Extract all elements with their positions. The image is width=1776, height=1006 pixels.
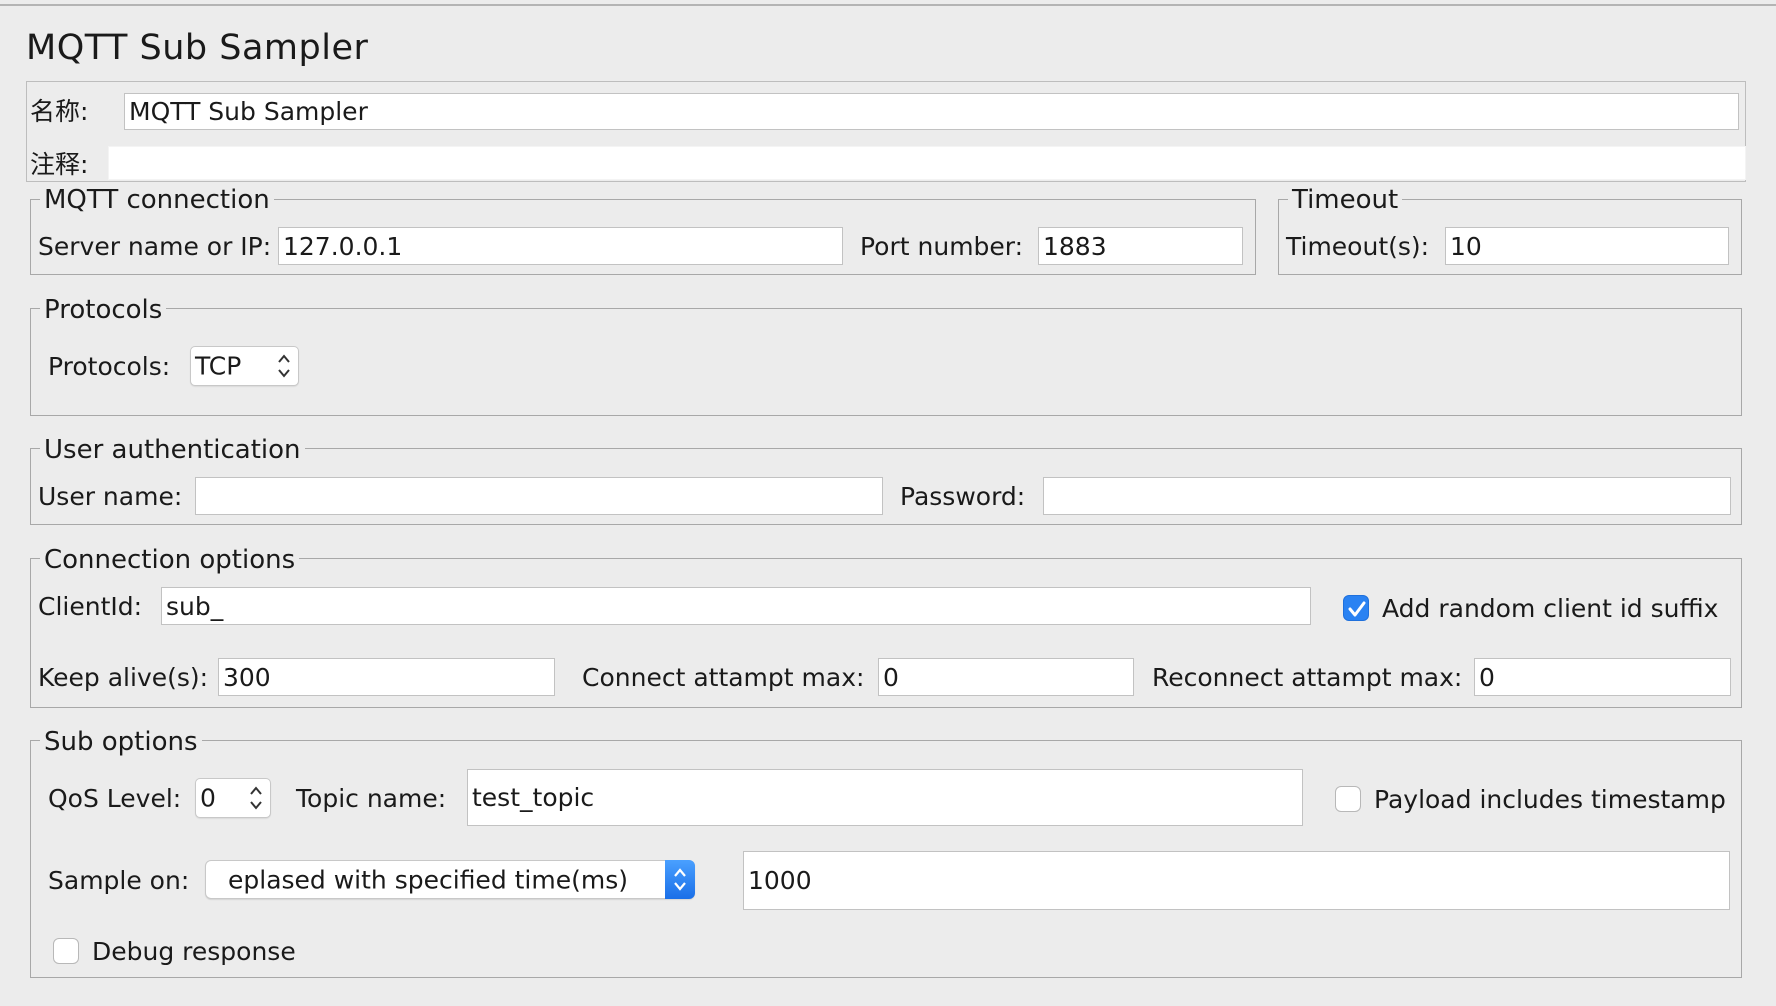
protocols-value: TCP: [195, 351, 242, 381]
mqtt-connection-legend: MQTT connection: [40, 185, 274, 215]
timeout-field[interactable]: [1445, 227, 1729, 265]
username-label: User name:: [38, 482, 183, 511]
qos-value: 0: [200, 783, 216, 813]
keepalive-label: Keep alive(s):: [38, 663, 209, 692]
timeout-legend: Timeout: [1288, 185, 1403, 215]
page-title: MQTT Sub Sampler: [26, 28, 369, 68]
connection-options-legend: Connection options: [40, 545, 300, 575]
protocols-legend: Protocols: [40, 295, 167, 325]
random-suffix-label: Add random client id suffix: [1382, 594, 1719, 623]
timestamp-label: Payload includes timestamp: [1374, 785, 1726, 814]
name-label: 名称:: [30, 97, 89, 126]
updown-arrows-icon: [278, 354, 290, 378]
connect-max-field[interactable]: [878, 658, 1134, 696]
password-label: Password:: [900, 482, 1026, 511]
server-field[interactable]: [278, 227, 843, 265]
sub-options-legend: Sub options: [40, 727, 202, 757]
clientid-field[interactable]: [161, 587, 1311, 625]
sample-value-field[interactable]: [743, 851, 1730, 910]
sample-on-select[interactable]: eplased with specified time(ms): [205, 860, 695, 899]
user-auth-legend: User authentication: [40, 435, 305, 465]
mqtt-sub-sampler-panel: MQTT Sub Sampler 名称: 注释: MQTT connection…: [0, 0, 1776, 1006]
protocols-stepper[interactable]: TCP: [190, 346, 299, 386]
port-label: Port number:: [860, 232, 1024, 261]
updown-arrows-icon: [674, 868, 686, 891]
top-divider: [0, 4, 1776, 6]
debug-label: Debug response: [92, 937, 296, 966]
topic-label: Topic name:: [296, 784, 447, 813]
sample-on-value: eplased with specified time(ms): [228, 865, 628, 894]
connect-max-label: Connect attampt max:: [582, 663, 865, 692]
name-field[interactable]: [124, 93, 1739, 130]
updown-arrows-icon: [250, 786, 262, 810]
server-label: Server name or IP:: [38, 232, 272, 261]
sample-on-label: Sample on:: [48, 866, 190, 895]
qos-label: QoS Level:: [48, 784, 182, 813]
reconnect-max-field[interactable]: [1474, 658, 1731, 696]
comment-label: 注释:: [30, 150, 89, 179]
reconnect-max-label: Reconnect attampt max:: [1152, 663, 1463, 692]
password-field[interactable]: [1043, 477, 1731, 515]
username-field[interactable]: [195, 477, 883, 515]
random-suffix-checkbox[interactable]: [1343, 595, 1369, 621]
port-field[interactable]: [1038, 227, 1243, 265]
keepalive-field[interactable]: [218, 658, 555, 696]
clientid-label: ClientId:: [38, 592, 143, 621]
comment-field[interactable]: [108, 146, 1746, 180]
checkmark-icon: [1348, 601, 1366, 617]
protocols-label: Protocols:: [48, 352, 171, 381]
timestamp-checkbox[interactable]: [1335, 786, 1361, 812]
topic-field[interactable]: [467, 769, 1303, 826]
debug-checkbox[interactable]: [53, 938, 79, 964]
qos-stepper[interactable]: 0: [195, 778, 271, 818]
select-arrows-button: [665, 860, 695, 899]
timeout-label: Timeout(s):: [1286, 232, 1430, 261]
